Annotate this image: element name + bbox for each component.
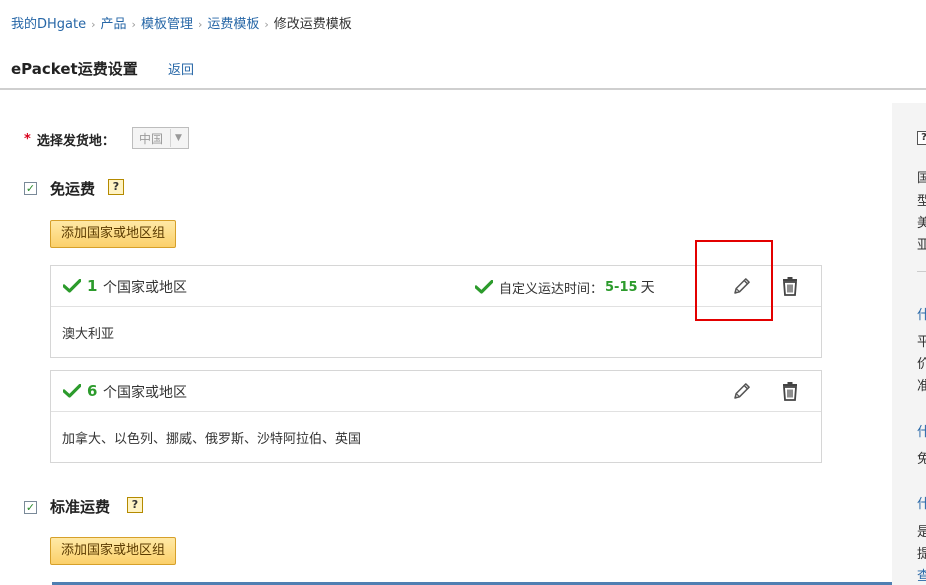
breadcrumb: 我的DHgate › 产品 › 模板管理 › 运费模板 › 修改运费模板 [11,13,352,32]
breadcrumb-link-template-management[interactable]: 模板管理 [141,17,193,32]
standard-shipping-add-group-button[interactable]: 添加国家或地区组 [50,537,177,565]
breadcrumb-separator: › [91,18,96,31]
pencil-icon[interactable] [731,380,753,402]
trash-icon[interactable] [779,380,801,402]
required-marker: * [24,131,31,147]
standard-shipping-title: 标准运费 [50,498,111,516]
help-link[interactable]: 查 [917,565,926,584]
country-list: 澳大利亚 [62,327,115,342]
breadcrumb-separator: › [131,18,136,31]
country-count: 1 [87,277,98,295]
help-text-fragment: 型 [917,194,926,209]
highlight-box [695,240,773,321]
free-shipping-checkbox[interactable]: ✓ [24,182,37,195]
help-text-fragment: 准 [917,379,926,394]
country-count-label: 个国家或地区 [103,385,187,401]
country-count: 6 [87,382,98,400]
country-list: 加拿大、以色列、挪威、俄罗斯、沙特阿拉伯、英国 [62,432,362,447]
help-divider [917,271,926,272]
help-text-fragment: 免 [917,452,926,467]
delivery-time-unit: 天 [640,280,655,296]
origin-select-value: 中国 [139,131,164,146]
check-icon [475,280,493,294]
help-text-fragment: 价 [917,357,926,372]
free-shipping-add-group-button[interactable]: 添加国家或地区组 [50,220,177,248]
check-icon [63,384,81,398]
country-group-header: 6 个国家或地区 [51,371,821,412]
origin-row: * 选择发货地： [24,128,115,150]
help-link[interactable]: 什 [917,304,926,323]
free-shipping-title: 免运费 [50,180,96,198]
help-link[interactable]: 什 [917,493,926,512]
help-text-fragment: 亚 [917,238,926,253]
custom-delivery-time: 自定义运达时间： 5-15 天 [475,277,655,297]
header-divider [0,88,926,90]
help-link[interactable]: 什 [917,421,926,440]
breadcrumb-link-my-dhgate[interactable]: 我的DHgate [11,17,86,32]
breadcrumb-separator: › [264,18,269,31]
check-icon [63,279,81,293]
standard-shipping-checkbox[interactable]: ✓ [24,501,37,514]
help-text-fragment: 美 [917,216,926,231]
country-group-body: 加拿大、以色列、挪威、俄罗斯、沙特阿拉伯、英国 [51,412,821,462]
help-text-fragment: 平 [917,335,926,350]
delivery-time-days: 5-15 [605,279,638,295]
standard-shipping-help-icon[interactable]: ? [127,497,143,513]
breadcrumb-link-products[interactable]: 产品 [101,17,127,32]
breadcrumb-separator: › [197,18,203,31]
help-sidebar: ? 国 型 美 亚 什 平 价 准 什 免 什 是 提 查 [892,103,926,585]
question-icon: ? [917,131,926,145]
country-group-2: 6 个国家或地区 加拿大、以色列、挪威、俄罗斯、沙特阿拉伯、英国 [50,370,822,463]
trash-icon[interactable] [779,275,801,297]
origin-select[interactable]: 中国 ▼ [132,127,189,149]
page-title: ePacket运费设置 [11,60,138,78]
help-text-fragment: 是 [917,525,926,540]
back-link[interactable]: 返回 [168,59,194,78]
country-count-label: 个国家或地区 [103,280,187,296]
help-text-fragment: 国 [917,171,926,186]
free-shipping-help-icon[interactable]: ? [108,179,124,195]
chevron-down-icon: ▼ [170,129,186,147]
breadcrumb-current: 修改运费模板 [273,17,352,32]
origin-label: 选择发货地： [36,133,115,149]
breadcrumb-link-shipping-templates[interactable]: 运费模板 [207,17,259,32]
delivery-time-label: 自定义运达时间： [499,281,604,297]
help-text-fragment: 提 [917,547,926,562]
